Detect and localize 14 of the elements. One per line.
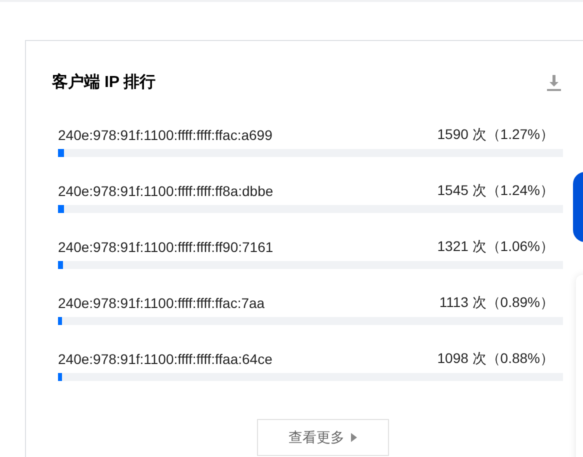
download-icon[interactable]	[547, 74, 561, 90]
ip-address: 240e:978:91f:1100:ffff:ffff:ffac:7aa	[58, 294, 265, 310]
ip-address: 240e:978:91f:1100:ffff:ffff:ff8a:dbbe	[58, 182, 274, 198]
count-text: 1590 次（1.27%）	[437, 126, 554, 144]
ip-address: 240e:978:91f:1100:ffff:ffff:ffaa:64ce	[58, 350, 272, 366]
count-text: 1545 次（1.24%）	[437, 182, 554, 200]
count-text: 1321 次（1.06%）	[437, 238, 554, 256]
ip-address: 240e:978:91f:1100:ffff:ffff:ff90:7161	[58, 238, 274, 254]
ip-address: 240e:978:91f:1100:ffff:ffff:ffac:a699	[58, 126, 272, 142]
view-more-button[interactable]: 查看更多	[256, 419, 388, 456]
count-text: 1113 次（0.89%）	[439, 294, 554, 312]
count-text: 1098 次（0.88%）	[437, 350, 554, 368]
card-title: 客户端 IP 排行	[52, 72, 156, 93]
caret-icon	[350, 433, 356, 442]
